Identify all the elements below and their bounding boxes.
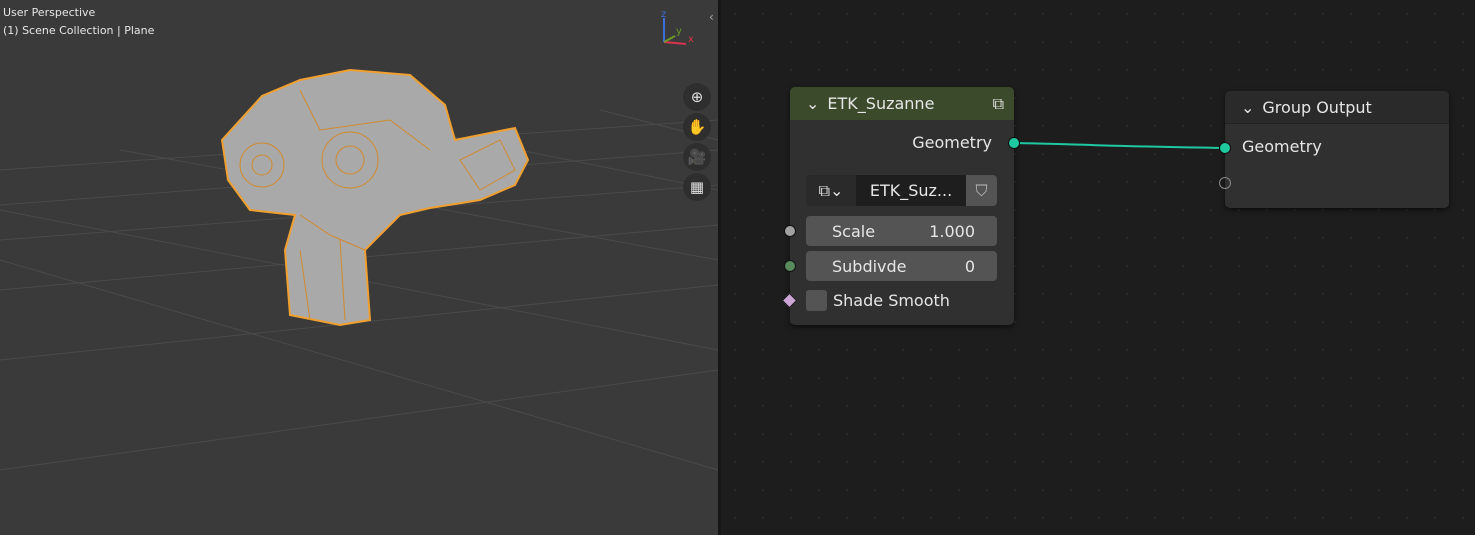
chevron-down-icon[interactable]: ⌄	[806, 94, 819, 113]
chevron-down-icon[interactable]: ⌄	[1241, 98, 1254, 117]
svg-text:z: z	[661, 9, 666, 20]
viewport-grid: z y x	[0, 9, 718, 471]
group-browse-icon[interactable]: ⧉⌄	[806, 175, 856, 206]
zoom-icon[interactable]: ⊕	[683, 83, 711, 111]
camera-icon[interactable]: 🎥	[683, 143, 711, 171]
grid-perspective-icon[interactable]: ▦	[683, 173, 711, 201]
3d-viewport[interactable]: z y x User Perspective (1) Scene Collect…	[0, 0, 718, 535]
svg-text:x: x	[688, 34, 694, 45]
node-title: ETK_Suzanne	[827, 94, 935, 113]
viewport-collection-label: (1) Scene Collection | Plane	[3, 24, 155, 37]
viewport-mode-label: User Perspective	[3, 6, 96, 19]
geometry-output-socket[interactable]	[1008, 137, 1020, 149]
scale-input-socket[interactable]	[784, 225, 796, 237]
node-editor[interactable]: ⌄ ETK_Suzanne ⧉ Geometry ⧉⌄ ETK_Suz... ⛉…	[721, 0, 1475, 535]
checkbox-box[interactable]	[806, 290, 827, 311]
shade-smooth-checkbox[interactable]: Shade Smooth	[806, 290, 950, 311]
node-title: Group Output	[1262, 97, 1372, 117]
suzanne-mesh	[220, 68, 530, 327]
subdivide-value: 0	[964, 256, 975, 276]
output-label: Geometry	[912, 133, 992, 152]
node-header[interactable]: ⌄ Group Output	[1225, 91, 1449, 124]
etk-suzanne-node[interactable]: ⌄ ETK_Suzanne ⧉ Geometry ⧉⌄ ETK_Suz... ⛉…	[781, 87, 1020, 325]
scale-label: Scale	[832, 221, 876, 241]
shade-smooth-label: Shade Smooth	[833, 291, 950, 310]
chevron-left-icon[interactable]: ‹	[709, 10, 718, 26]
fake-user-shield-icon[interactable]: ⛉	[966, 175, 997, 206]
node-group-selector[interactable]: ⧉⌄ ETK_Suz... ⛉	[806, 175, 997, 206]
scale-value: 1.000	[929, 221, 975, 241]
axis-gizmo[interactable]: z y x	[661, 9, 694, 45]
group-name[interactable]: ETK_Suz...	[856, 181, 966, 200]
subdivide-field[interactable]: Subdivde 0	[806, 251, 997, 281]
group-output-node[interactable]: ⌄ Group Output Geometry	[1219, 91, 1449, 208]
subdivide-label: Subdivde	[832, 256, 907, 276]
geometry-input-socket[interactable]	[1219, 142, 1231, 154]
empty-input-socket[interactable]	[1219, 177, 1231, 189]
input-label: Geometry	[1242, 137, 1322, 156]
svg-text:y: y	[676, 26, 682, 37]
hand-pan-icon[interactable]: ✋	[683, 113, 711, 141]
node-group-icon: ⧉	[992, 93, 1004, 113]
scale-field[interactable]: Scale 1.000	[806, 216, 997, 246]
node-header[interactable]: ⌄ ETK_Suzanne ⧉	[790, 87, 1014, 120]
subdivide-input-socket[interactable]	[784, 260, 796, 272]
